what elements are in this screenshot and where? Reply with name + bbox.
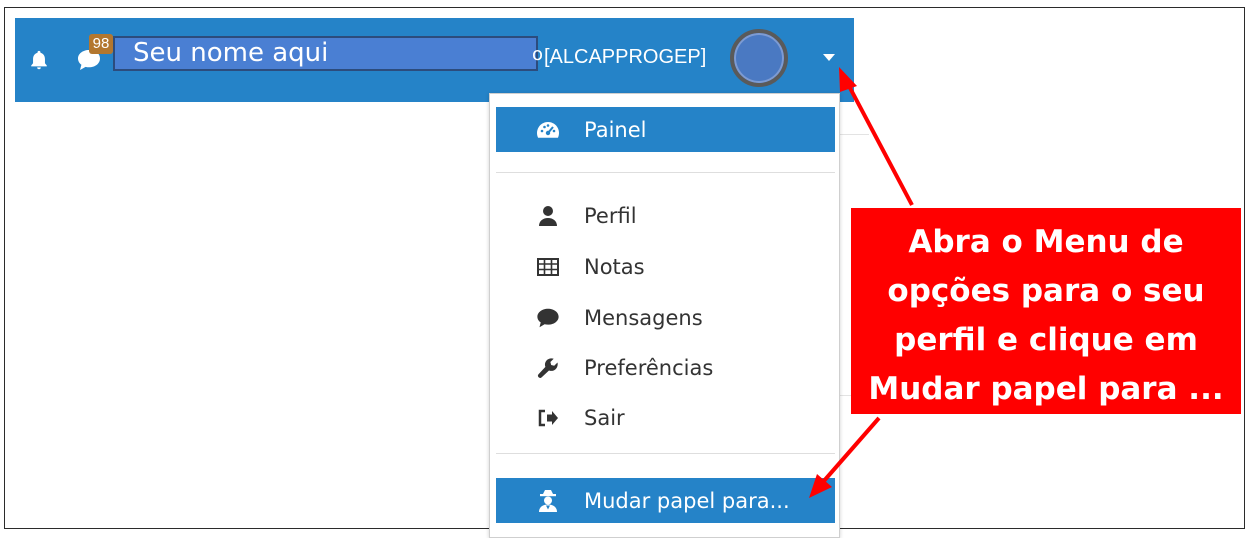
annotation-callout: Abra o Menu de opções para o seu perfil … (851, 208, 1241, 414)
arrow-to-menu-item (821, 416, 881, 484)
callout-line: Abra o Menu de (908, 224, 1184, 260)
arrowhead-caret (839, 67, 857, 92)
callout-line: opções para o seu (887, 273, 1205, 309)
arrow-to-caret (847, 85, 914, 206)
callout-line: perfil e clique em (894, 322, 1198, 358)
callout-line: Mudar papel para ... (868, 371, 1224, 407)
